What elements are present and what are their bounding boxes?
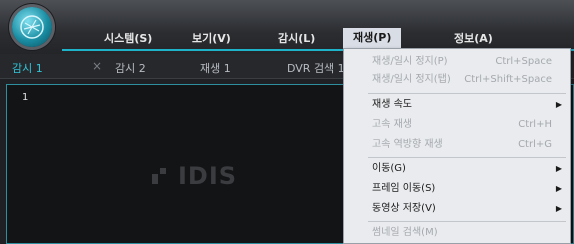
tab-close-icon[interactable]: ×: [92, 59, 102, 73]
watermark-mark-icon: [152, 168, 166, 184]
menu-separator: [368, 157, 566, 158]
menu-separator: [368, 93, 566, 94]
menu-item-save-video[interactable]: 동영상 저장(V) ▶: [344, 199, 570, 219]
menu-item-play-pause[interactable]: 재생/일시 정지(P) Ctrl+Space: [344, 52, 570, 72]
submenu-arrow-icon: ▶: [555, 184, 562, 193]
menu-item-playback-speed[interactable]: 재생 속도 ▶: [344, 95, 570, 115]
playback-dropdown-menu: 재생/일시 정지(P) Ctrl+Space 재생/일시 정지(탭) Ctrl+Sh…: [343, 48, 571, 244]
menu-item-frame-move[interactable]: 프레임 이동(S) ▶: [344, 179, 570, 199]
menu-item-play-pause-tab[interactable]: 재생/일시 정지(탭) Ctrl+Shift+Space: [344, 70, 570, 90]
menu-bar: 시스템(S) 보기(V) 감시(L) 재생(P) 정보(A): [64, 28, 574, 48]
menu-separator: [368, 221, 566, 222]
app-logo-icon[interactable]: [12, 7, 52, 47]
menu-info[interactable]: 정보(A): [454, 30, 493, 46]
tab-dvr-search-1[interactable]: DVR 검색 1: [287, 60, 345, 76]
menu-item-thumbnail-search[interactable]: 썸네일 검색(M): [344, 223, 570, 243]
tab-monitor-2[interactable]: 감시 2: [115, 60, 146, 76]
menu-playback[interactable]: 재생(P): [343, 28, 402, 48]
submenu-arrow-icon: ▶: [555, 100, 562, 109]
menu-item-fast-reverse[interactable]: 고속 역방향 재생 Ctrl+G: [344, 135, 570, 155]
tab-monitor-1[interactable]: 감시 1: [12, 60, 43, 76]
menu-monitor[interactable]: 감시(L): [278, 30, 315, 46]
submenu-arrow-icon: ▶: [555, 204, 562, 213]
menu-system[interactable]: 시스템(S): [104, 30, 152, 46]
menu-item-goto[interactable]: 이동(G) ▶: [344, 159, 570, 179]
channel-number: 1: [22, 92, 29, 103]
tab-playback-1[interactable]: 재생 1: [200, 60, 231, 76]
menu-view[interactable]: 보기(V): [192, 30, 231, 46]
submenu-arrow-icon: ▶: [555, 164, 562, 173]
watermark-logo: IDIS: [178, 162, 238, 190]
menu-item-fast-play[interactable]: 고속 재생 Ctrl+H: [344, 115, 570, 135]
